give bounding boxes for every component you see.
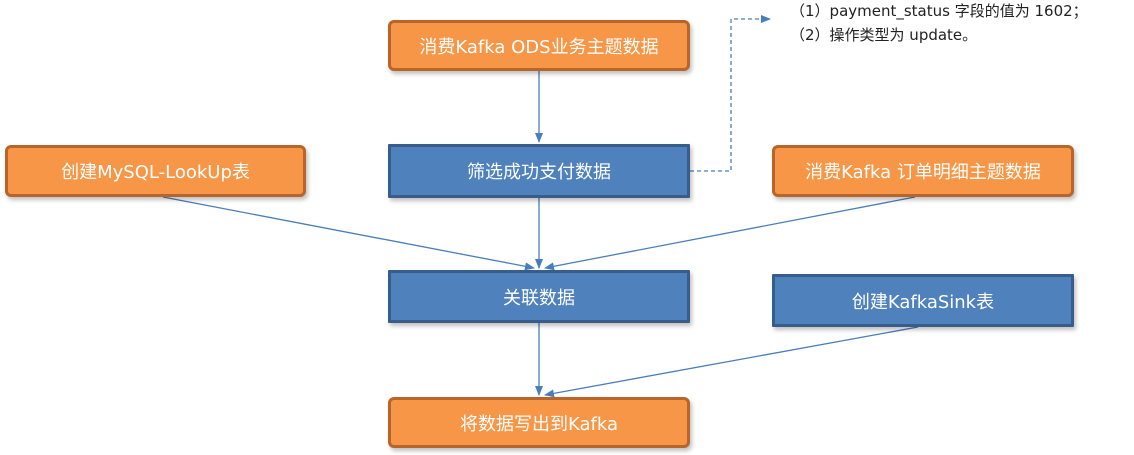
dashed-arrow-filter-to-note xyxy=(690,15,771,172)
arrow-sink-to-write xyxy=(544,326,919,398)
node-create-lookup-label: 创建MySQL-LookUp表 xyxy=(61,162,250,183)
node-write-kafka: 将数据写出到Kafka xyxy=(388,397,690,448)
note-line-1: （1）payment_status 字段的值为 1602； xyxy=(790,2,1088,20)
node-filter-paid: 筛选成功支付数据 xyxy=(388,144,690,198)
node-create-sink: 创建KafkaSink表 xyxy=(772,274,1074,327)
node-consume-order-detail: 消费Kafka 订单明细主题数据 xyxy=(772,145,1074,197)
node-consume-ods: 消费Kafka ODS业务主题数据 xyxy=(388,20,690,71)
node-create-lookup: 创建MySQL-LookUp表 xyxy=(5,145,306,197)
node-join: 关联数据 xyxy=(388,270,690,323)
arrow-lookup-to-join xyxy=(162,196,535,271)
node-join-label: 关联数据 xyxy=(503,287,575,309)
node-filter-paid-label: 筛选成功支付数据 xyxy=(467,162,611,183)
arrow-order-detail-to-join xyxy=(544,196,916,271)
node-create-sink-label: 创建KafkaSink表 xyxy=(851,291,995,313)
node-write-kafka-label: 将数据写出到Kafka xyxy=(460,413,618,435)
node-consume-ods-label: 消费Kafka ODS业务主题数据 xyxy=(419,36,659,58)
note-line-2: （2）操作类型为 update。 xyxy=(790,26,978,44)
node-consume-order-detail-label: 消费Kafka 订单明细主题数据 xyxy=(805,162,1041,183)
